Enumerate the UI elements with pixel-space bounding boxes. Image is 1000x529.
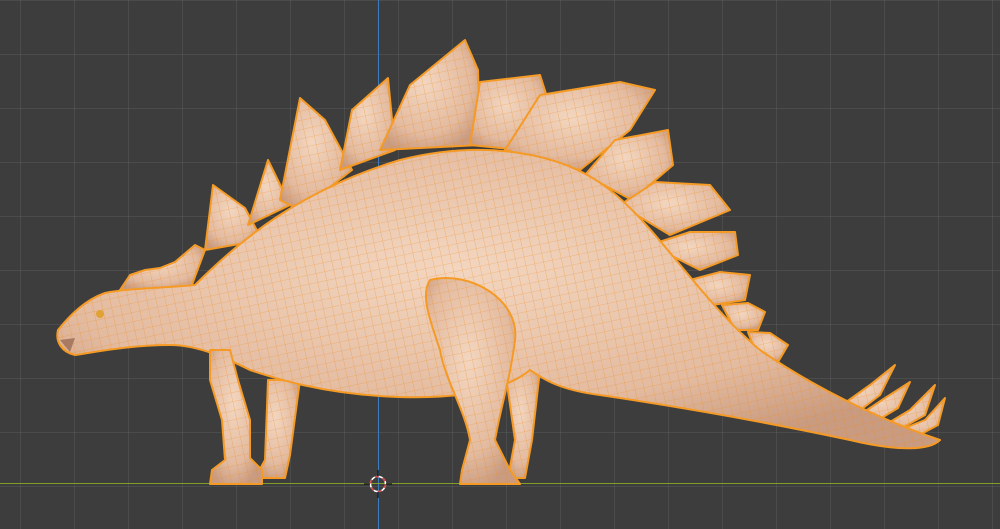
3d-viewport[interactable] — [0, 0, 1000, 529]
stegosaurus-mesh[interactable] — [0, 0, 1000, 529]
eye — [96, 310, 104, 318]
3d-cursor-icon[interactable] — [364, 470, 392, 498]
